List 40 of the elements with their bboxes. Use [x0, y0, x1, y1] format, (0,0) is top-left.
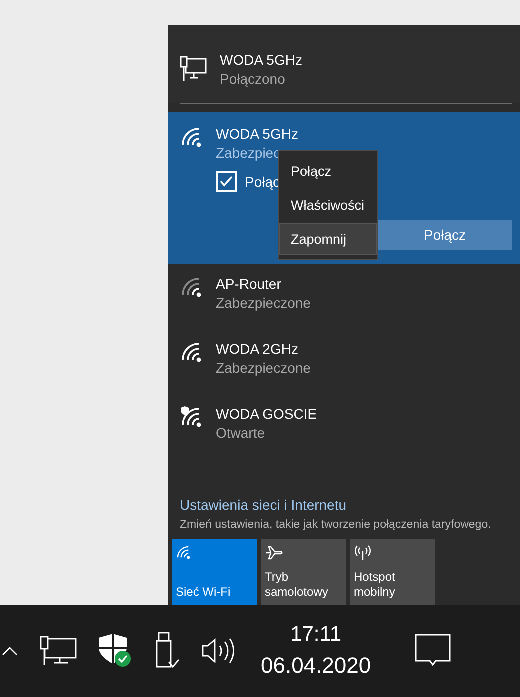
quick-action-tile[interactable]: Tryb samolotowy: [261, 539, 346, 605]
settings-link[interactable]: Ustawienia sieci i Internetu: [172, 497, 516, 513]
wifi-warning-icon: [180, 406, 204, 430]
clock-time[interactable]: 17:11: [290, 623, 342, 647]
clock-date[interactable]: 06.04.2020: [261, 653, 372, 679]
checkbox-label: Połąc: [245, 174, 280, 190]
network-item[interactable]: WODA 5GHz Zabezpiec Połąc Połącz Połącz Właściwości Zapomnij: [168, 112, 520, 264]
network-name: WODA 2GHz: [216, 341, 300, 357]
network-item[interactable]: AP-Router Zabezpieczone: [168, 264, 520, 329]
network-status: Zabezpieczone: [216, 360, 311, 376]
settings-description: Zmień ustawienia, takie jak tworzenie połączenia taryfowego.: [179, 518, 492, 533]
quick-action-tile[interactable]: Hotspot mobilny: [350, 539, 435, 605]
wifi-icon: [180, 341, 204, 365]
network-item[interactable]: WODA GOSCIE Otwarte: [168, 394, 520, 459]
network-status: Zabezpieczone: [216, 295, 311, 311]
network-icon[interactable]: [40, 636, 78, 666]
wifi-icon: [176, 545, 192, 561]
menu-item[interactable]: Właściwości: [279, 189, 377, 221]
checkmark-icon: [220, 176, 233, 187]
network-name: AP-Router: [216, 276, 282, 292]
network-status: Otwarte: [216, 425, 266, 441]
wifi-icon: [180, 276, 204, 300]
network-item[interactable]: WODA 2GHz Zabezpieczone: [168, 329, 520, 394]
wired-network-icon: [180, 56, 208, 82]
caret-up-icon[interactable]: [2, 646, 18, 656]
wifi-icon: [180, 126, 204, 150]
menu-item[interactable]: Zapomnij: [279, 223, 377, 255]
airplane-icon: [265, 545, 283, 561]
notification-icon[interactable]: [415, 634, 452, 668]
network-status: Zabezpiec: [216, 145, 282, 161]
auto-connect-checkbox[interactable]: [216, 171, 237, 192]
hotspot-icon: [354, 545, 372, 561]
network-name: WODA 5GHz: [220, 52, 302, 68]
usb-drive-icon[interactable]: [155, 632, 181, 670]
network-status: Połączono: [220, 70, 286, 86]
quick-action-tile[interactable]: Sieć Wi-Fi: [172, 539, 257, 605]
connect-button[interactable]: Połącz: [378, 220, 512, 250]
menu-item[interactable]: Połącz: [279, 155, 377, 187]
network-name: WODA 5GHz: [216, 126, 298, 142]
network-name: WODA GOSCIE: [216, 406, 318, 422]
